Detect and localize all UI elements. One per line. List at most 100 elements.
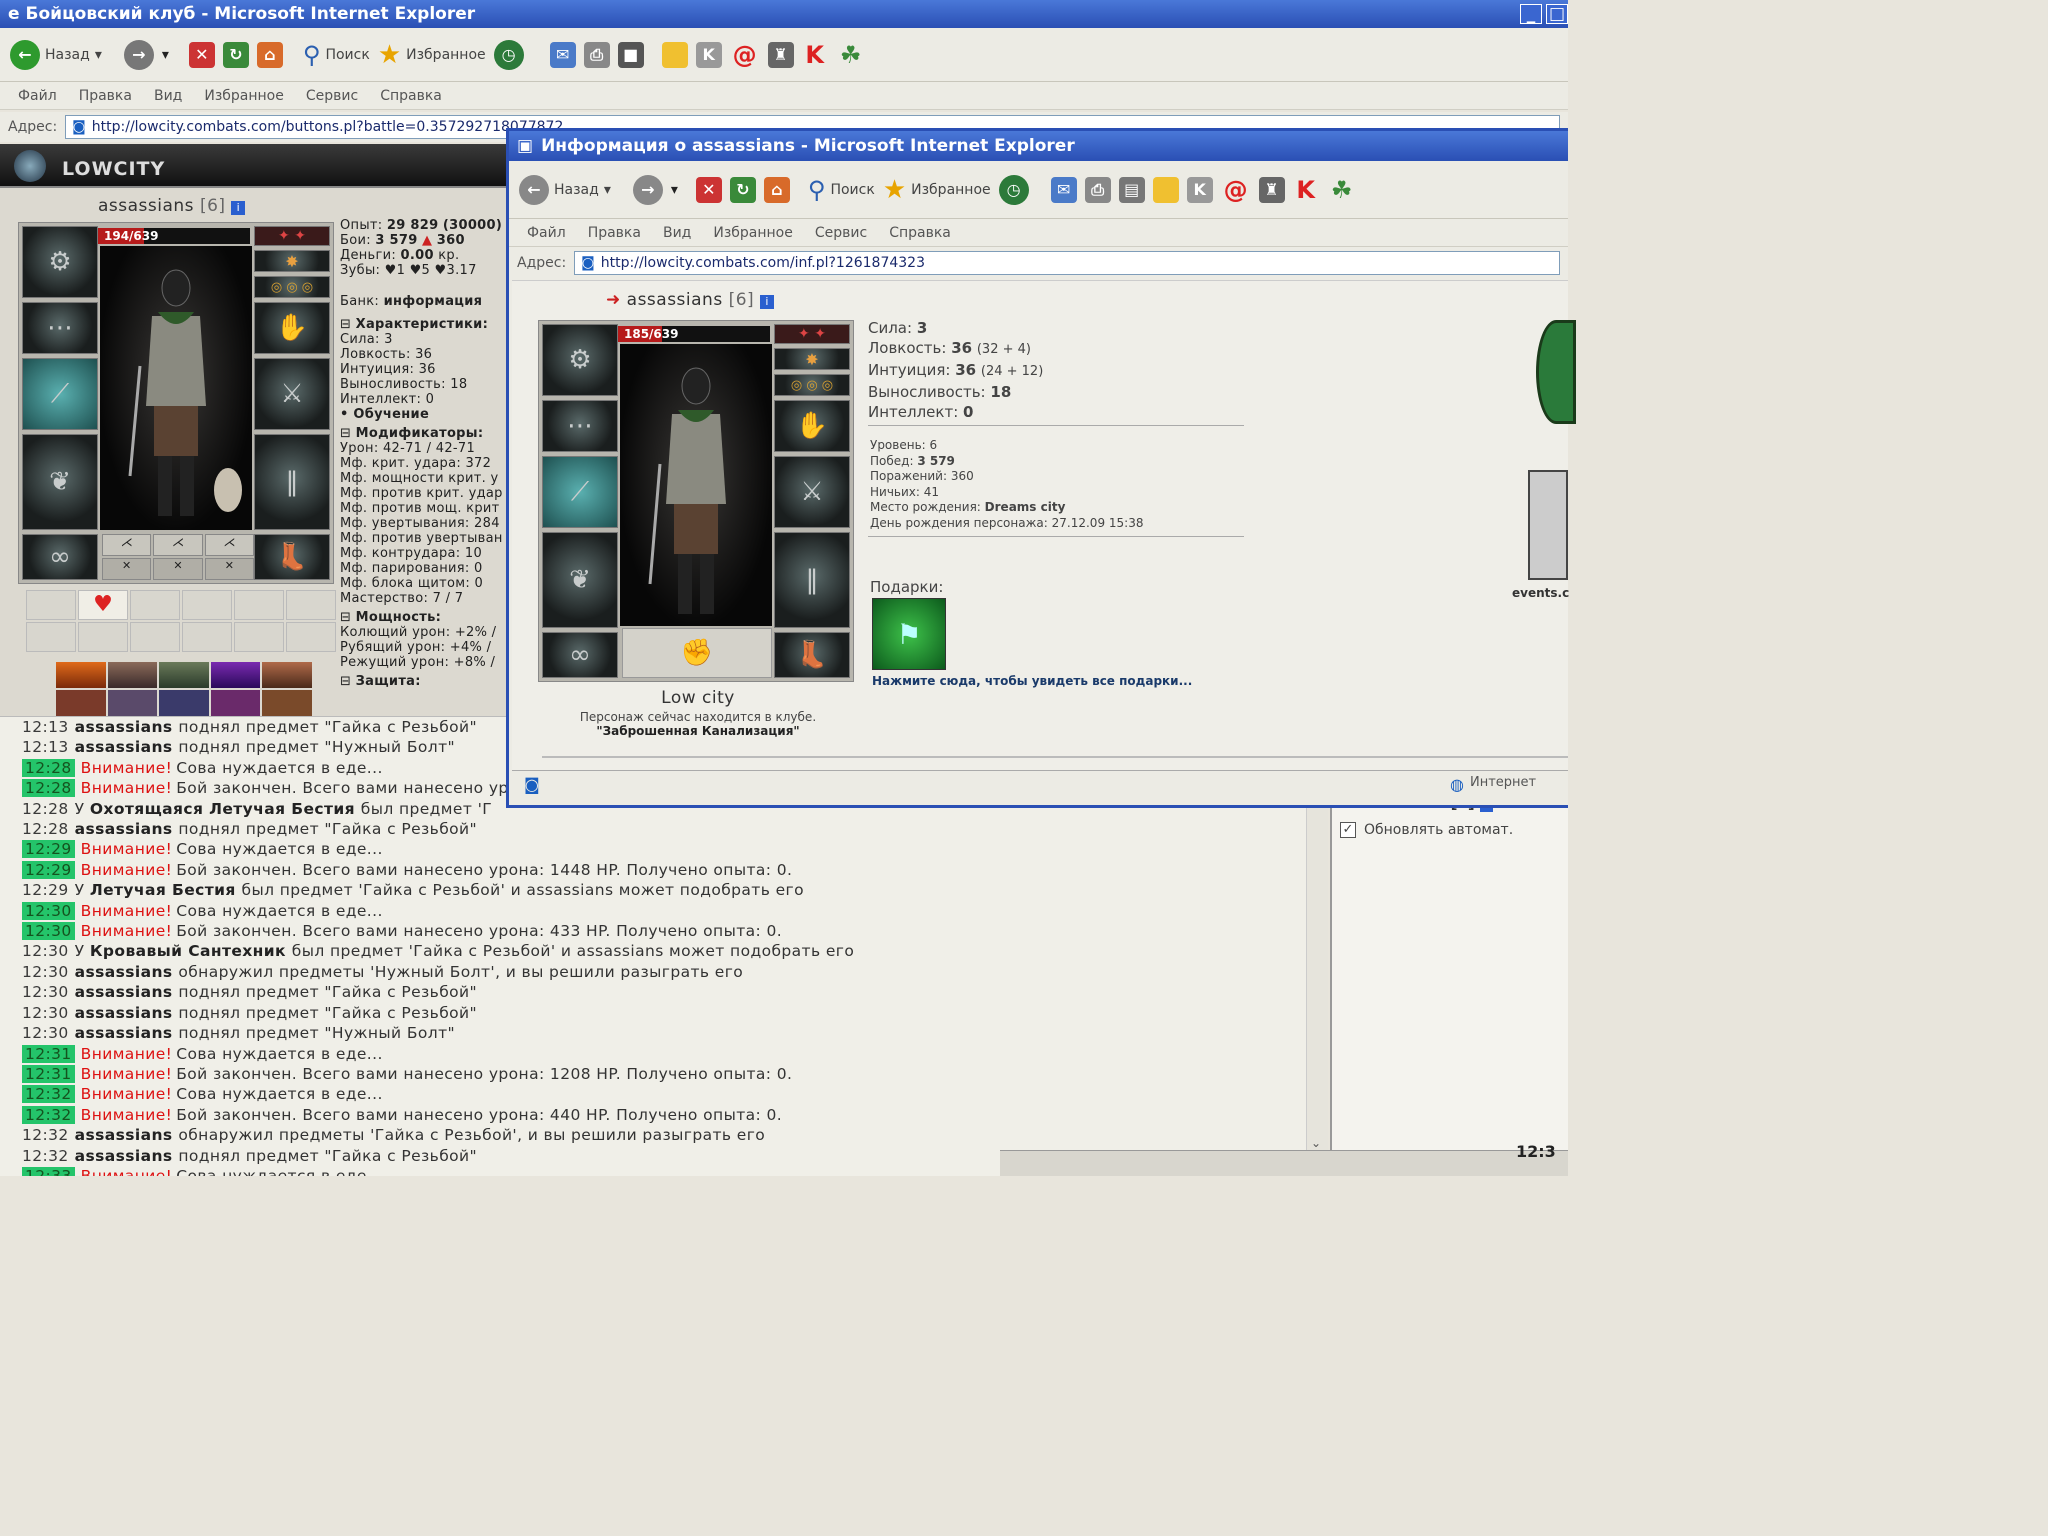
rune-slot-icon[interactable]: ⋌ [204, 534, 254, 556]
modifiers-header[interactable]: ⊟ Модификаторы: [340, 426, 520, 441]
slot-amulet[interactable]: ✸ [774, 348, 850, 370]
scroll-slot-icon[interactable] [182, 590, 232, 620]
bank-info-link[interactable]: информация [384, 294, 483, 309]
effect-claw-icon[interactable] [262, 662, 312, 688]
info-icon[interactable]: i [760, 295, 775, 309]
forward-button[interactable]: → [632, 174, 663, 205]
note-icon[interactable] [661, 41, 688, 68]
scroll-slot-icon[interactable] [182, 622, 232, 652]
edit-icon[interactable]: ▤ [1118, 176, 1145, 203]
slot-earrings[interactable]: ✦ ✦ [254, 226, 330, 246]
chat-timestamp[interactable]: 12:32 [22, 1147, 69, 1165]
scroll-slot-icon[interactable] [26, 590, 76, 620]
chat-timestamp[interactable]: 12:30 [22, 901, 75, 920]
people-icon[interactable]: ☘ [836, 40, 866, 70]
chat-timestamp[interactable]: 12:33 [22, 1166, 75, 1176]
chat-author[interactable]: assassians [75, 718, 179, 736]
forward-button[interactable]: → [123, 39, 154, 70]
slot-bracers[interactable]: ⋯ [22, 302, 98, 354]
character-name[interactable]: assassians [98, 196, 194, 216]
scroll-slot-icon[interactable] [130, 590, 180, 620]
people-icon[interactable]: ☘ [1327, 175, 1357, 205]
effect-magic-icon[interactable] [210, 662, 261, 688]
address-input[interactable]: ◙ http://lowcity.combats.com/inf.pl?1261… [574, 251, 1560, 275]
scroll-slot-icon[interactable] [286, 590, 336, 620]
chat-timestamp[interactable]: 12:30 [22, 983, 69, 1001]
collapse-icon[interactable]: ⊟ [340, 426, 351, 441]
slot-boots[interactable]: 👢 [254, 534, 330, 580]
chat-timestamp[interactable]: 12:28 [22, 779, 75, 798]
menu-tools[interactable]: Сервис [306, 88, 358, 104]
scroll-slot-icon[interactable] [78, 622, 128, 652]
slot-gloves[interactable]: ✋ [254, 302, 330, 354]
chat-timestamp[interactable]: 12:30 [22, 963, 69, 981]
refresh-icon[interactable]: ↻ [222, 41, 249, 68]
back-button[interactable]: ← Назад ▾ [519, 174, 611, 205]
power-header[interactable]: ⊟ Мощность: [340, 610, 520, 625]
k-icon[interactable]: K [695, 41, 722, 68]
chat-author[interactable]: Летучая Бестия [90, 881, 242, 899]
chat-scrollbar[interactable]: ⌄ [1306, 800, 1328, 1150]
chat-author[interactable]: assassians [75, 738, 179, 756]
favorites-button[interactable]: ★ Избранное [883, 175, 991, 205]
menu-favorites[interactable]: Избранное [713, 225, 793, 241]
chat-author[interactable]: assassians [75, 1147, 179, 1165]
scroll-slot-icon[interactable] [130, 622, 180, 652]
heart-icon[interactable]: ♥ [78, 590, 128, 620]
history-icon[interactable]: ◷ [998, 174, 1029, 205]
collapse-icon[interactable]: ⊟ [340, 317, 351, 332]
slot-offhand[interactable]: ⚔ [254, 358, 330, 430]
mail-icon[interactable]: ✉ [1050, 176, 1077, 203]
effect-beast-icon[interactable] [107, 662, 158, 688]
effect-icon[interactable] [159, 690, 209, 716]
gifts-link[interactable]: Нажмите сюда, чтобы увидеть все подарки.… [872, 674, 1192, 688]
chat-author[interactable]: assassians [75, 820, 179, 838]
chat-author[interactable]: Охотящаяся Летучая Бестия [90, 800, 361, 818]
effect-icon[interactable] [210, 690, 261, 716]
menu-help[interactable]: Справка [380, 88, 442, 104]
search-button[interactable]: ⚲ Поиск [303, 41, 370, 69]
menu-view[interactable]: Вид [663, 225, 691, 241]
search-button[interactable]: ⚲ Поиск [808, 176, 875, 204]
rune-slot-icon[interactable]: ⋌ [153, 534, 203, 556]
menu-tools[interactable]: Сервис [815, 225, 867, 241]
messenger-icon[interactable]: ♜ [1258, 176, 1285, 203]
slot-belt[interactable]: ∞ [22, 534, 98, 580]
chat-timestamp[interactable]: 12:30 [22, 922, 75, 941]
menu-edit[interactable]: Правка [588, 225, 641, 241]
slot-rings[interactable]: ◎ ◎ ◎ [254, 276, 330, 298]
k-icon[interactable]: K [1186, 176, 1213, 203]
scroll-slot-icon[interactable] [234, 590, 284, 620]
chat-timestamp[interactable]: 12:28 [22, 800, 69, 818]
chat-timestamp[interactable]: 12:30 [22, 1024, 69, 1042]
slot-bracers[interactable]: ⋯ [542, 400, 618, 452]
minimize-button[interactable]: _ [1520, 4, 1542, 24]
collapse-icon[interactable]: ⊟ [340, 610, 351, 625]
menu-view[interactable]: Вид [154, 88, 182, 104]
slot-armor[interactable]: ❦ [22, 434, 98, 530]
defense-header[interactable]: ⊟ Защита: [340, 674, 520, 689]
favorites-button[interactable]: ★ Избранное [378, 40, 486, 70]
slot-armor[interactable]: ❦ [542, 532, 618, 628]
chat-timestamp[interactable]: 12:30 [22, 1004, 69, 1022]
slot-boots[interactable]: 👢 [774, 632, 850, 678]
chat-author[interactable]: assassians [75, 1126, 179, 1144]
chat-timestamp[interactable]: 12:28 [22, 820, 69, 838]
chat-author[interactable]: assassians [75, 983, 179, 1001]
rune-slot-icon[interactable]: ⋌ [102, 534, 152, 556]
note-icon[interactable] [1152, 176, 1179, 203]
slot-rings[interactable]: ◎ ◎ ◎ [774, 374, 850, 396]
chat-timestamp[interactable]: 12:31 [22, 1064, 75, 1083]
edit-icon[interactable]: ■ [617, 41, 644, 68]
training-link[interactable]: • Обучение [340, 407, 520, 422]
events-banner[interactable]: events.c [1512, 470, 1569, 600]
slot-offhand[interactable]: ⚔ [774, 456, 850, 528]
slot-weapon[interactable]: ⟋ [22, 358, 98, 430]
back-button[interactable]: ← Назад ▾ [10, 39, 102, 70]
slot-helmet[interactable]: ⚙ [542, 324, 618, 396]
effect-icon[interactable] [56, 690, 106, 716]
chat-timestamp[interactable]: 12:28 [22, 758, 75, 777]
print-icon[interactable]: ⎙ [1084, 176, 1111, 203]
menu-file[interactable]: Файл [18, 88, 57, 104]
stop-icon[interactable]: ✕ [188, 41, 215, 68]
